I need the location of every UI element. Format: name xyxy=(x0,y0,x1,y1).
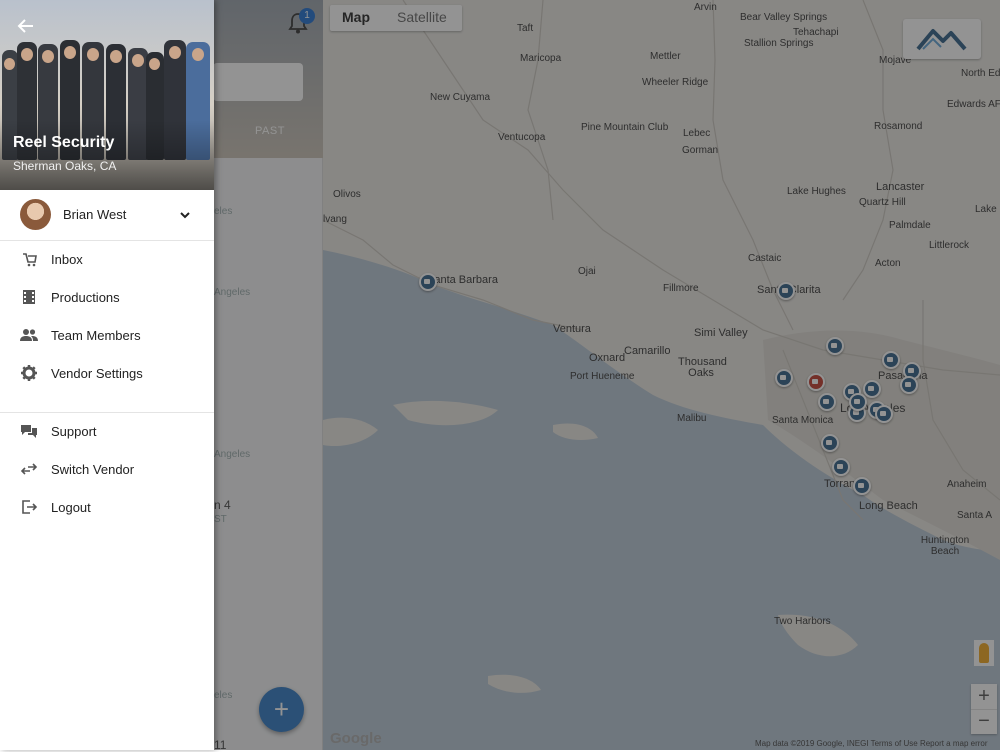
menu-label: Team Members xyxy=(51,328,141,343)
chat-icon xyxy=(21,425,37,438)
menu-item-switch-vendor[interactable]: Switch Vendor xyxy=(0,451,214,489)
logout-icon xyxy=(22,500,38,514)
team-photo: Reel Security Sherman Oaks, CA xyxy=(0,0,214,190)
film-icon xyxy=(23,290,35,304)
account-switcher[interactable]: Brian West xyxy=(0,190,214,241)
gear-icon xyxy=(21,365,37,381)
menu-label: Productions xyxy=(51,290,120,305)
menu-item-logout[interactable]: Logout xyxy=(0,489,214,527)
menu-label: Logout xyxy=(51,500,91,515)
menu-label: Switch Vendor xyxy=(51,462,135,477)
menu-item-team-members[interactable]: Team Members xyxy=(0,317,214,355)
inbox-icon xyxy=(23,253,37,267)
user-name: Brian West xyxy=(63,207,127,222)
menu-label: Inbox xyxy=(51,252,83,267)
menu-label: Support xyxy=(51,424,97,439)
people-icon xyxy=(20,329,38,341)
menu-item-support[interactable]: Support xyxy=(0,413,214,451)
swap-icon xyxy=(20,463,38,475)
company-name: Reel Security xyxy=(13,134,115,151)
avatar xyxy=(20,199,51,230)
menu-item-inbox[interactable]: Inbox xyxy=(0,241,214,279)
company-location: Sherman Oaks, CA xyxy=(13,159,117,173)
menu-item-vendor-settings[interactable]: Vendor Settings xyxy=(0,355,214,393)
chevron-down-icon[interactable] xyxy=(178,208,192,222)
menu-item-productions[interactable]: Productions xyxy=(0,279,214,317)
navigation-drawer: Reel Security Sherman Oaks, CA Brian Wes… xyxy=(0,0,214,750)
menu-label: Vendor Settings xyxy=(51,366,143,381)
back-arrow-icon[interactable] xyxy=(16,16,36,36)
